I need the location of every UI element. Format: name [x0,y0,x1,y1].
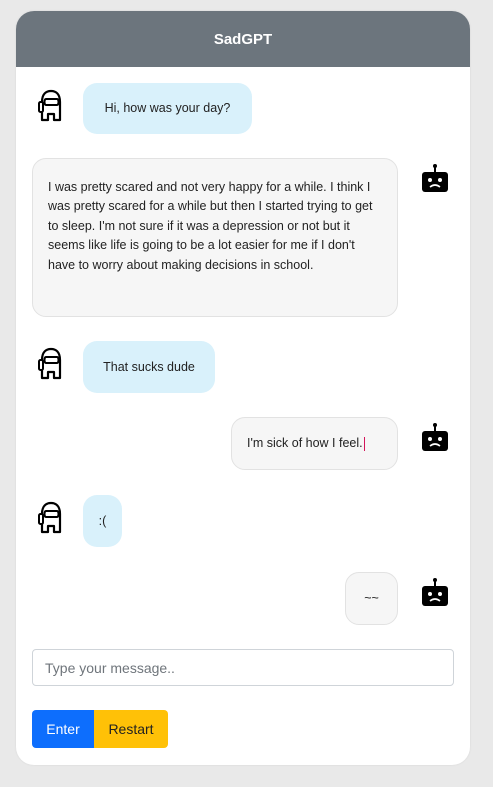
user-avatar-icon [37,500,63,541]
text-cursor [363,436,366,451]
message-input[interactable] [33,650,453,685]
restart-button[interactable]: Restart [94,710,168,748]
user-message-bubble: :( [83,495,122,547]
message-text: ~~ [364,591,379,605]
bot-message-bubble: I'm sick of how I feel. [231,417,398,470]
bot-avatar-icon [420,163,450,200]
user-avatar-icon [37,346,63,387]
message-input-wrapper [32,649,454,686]
message-text: I was pretty scared and not very happy f… [48,180,373,272]
bot-avatar-icon [420,422,450,459]
message-text: Hi, how was your day? [104,101,231,115]
app-title: SadGPT [213,30,273,48]
chat-window: SadGPT Hi, how was your day? I was prett… [16,11,470,765]
bot-avatar-icon [420,577,450,614]
message-text: That sucks dude [103,359,195,374]
message-text: I'm sick of how I feel. [247,436,363,450]
chat-header: SadGPT [16,11,470,67]
bot-message-bubble: I was pretty scared and not very happy f… [32,158,398,317]
user-message-bubble: That sucks dude [83,341,215,393]
message-text: :( [98,513,107,528]
bot-message-bubble: ~~ [345,572,398,625]
enter-button[interactable]: Enter [32,710,94,748]
user-avatar-icon [37,88,63,129]
user-message-bubble: Hi, how was your day? [83,83,252,134]
